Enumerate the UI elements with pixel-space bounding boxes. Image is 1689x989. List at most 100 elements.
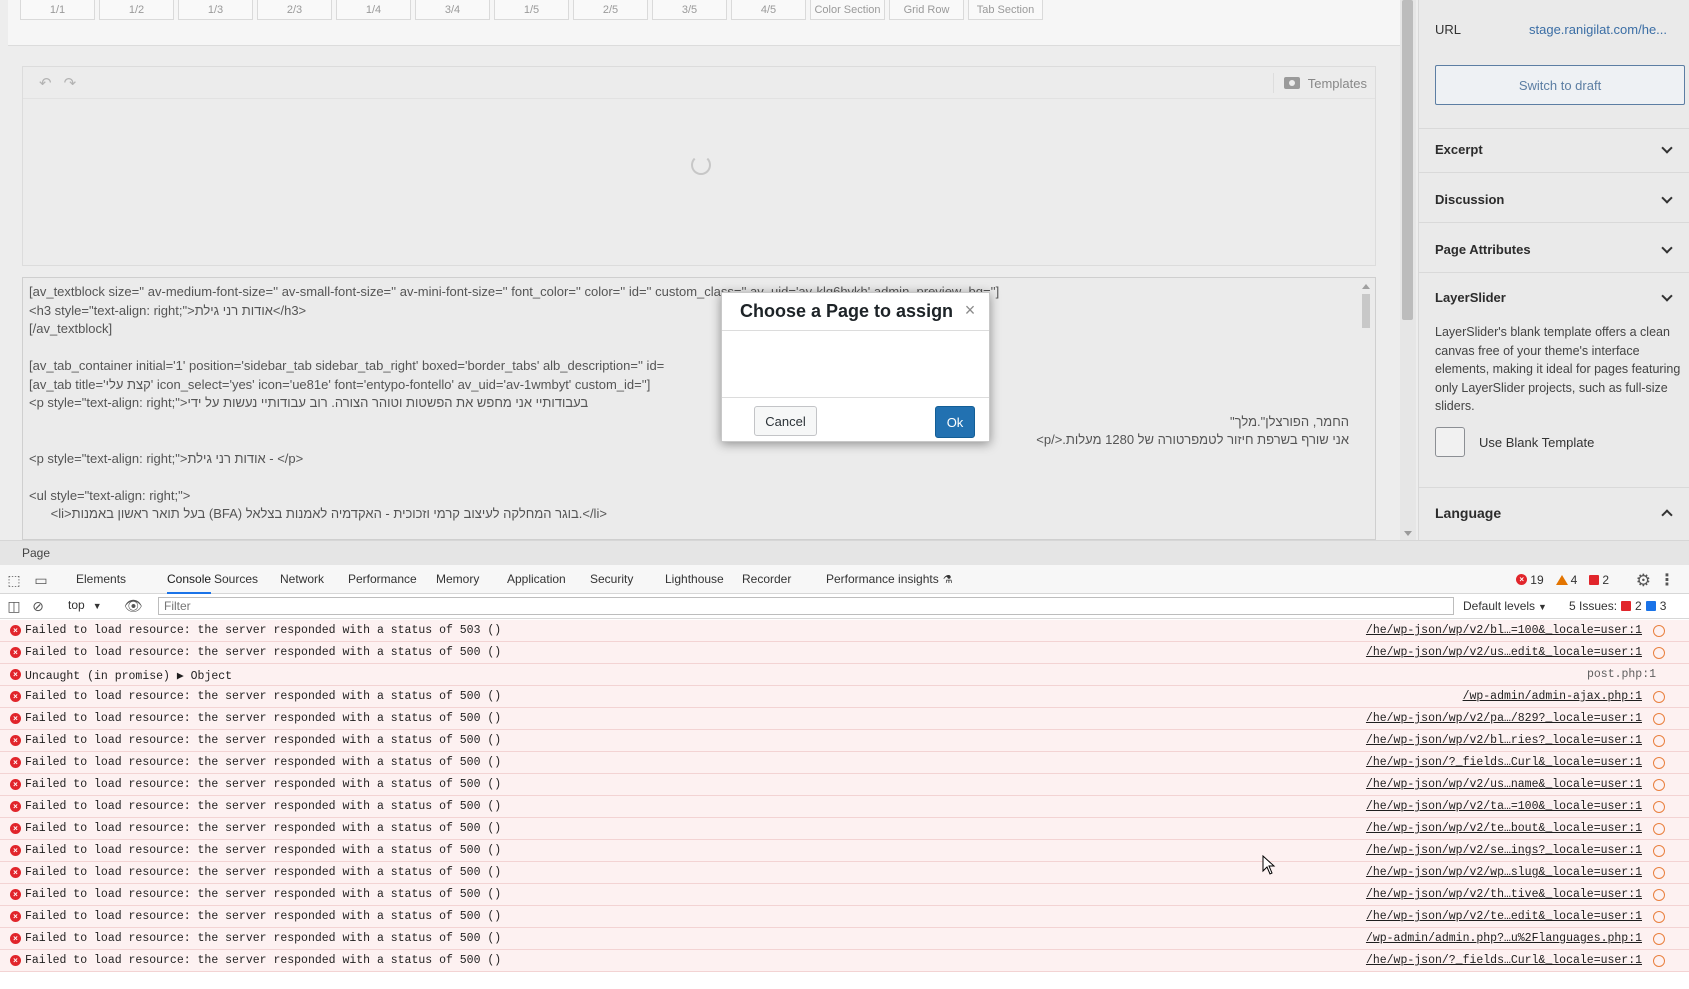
panel-language[interactable]: Language xyxy=(1435,505,1675,521)
tab-sources[interactable]: Sources xyxy=(214,565,258,594)
panel-excerpt[interactable]: Excerpt xyxy=(1435,141,1675,157)
console-message-row[interactable]: × Failed to load resource: the server res… xyxy=(0,928,1689,950)
console-source-link[interactable]: /wp-admin/admin.php?…u%2Flanguages.php:1 xyxy=(1366,932,1642,945)
layout-element-3-4[interactable]: 3/4 xyxy=(415,0,490,20)
layout-element-2-3[interactable]: 2/3 xyxy=(257,0,332,20)
console-source-link[interactable]: /he/wp-json/?_fields…Curl&_locale=user:1 xyxy=(1366,756,1642,769)
code-scrollbar[interactable] xyxy=(1361,284,1371,534)
console-filter-input[interactable] xyxy=(158,597,1454,615)
network-request-icon[interactable] xyxy=(1653,823,1665,835)
console-message-text[interactable]: Uncaught (in promise) ▶ Object xyxy=(25,668,232,683)
layout-element-1-1[interactable]: 1/1 xyxy=(20,0,95,20)
console-source-link[interactable]: /he/wp-json/wp/v2/ta…=100&_locale=user:1 xyxy=(1366,800,1642,813)
console-message-row[interactable]: × Failed to load resource: the server res… xyxy=(0,906,1689,928)
panel-layerslider[interactable]: LayerSlider xyxy=(1435,289,1675,305)
network-request-icon[interactable] xyxy=(1653,911,1665,923)
console-source-link[interactable]: /he/wp-json/wp/v2/us…edit&_locale=user:1 xyxy=(1366,646,1642,659)
default-levels-select[interactable]: Default levels ▼ xyxy=(1463,599,1547,613)
console-message-row[interactable]: × Failed to load resource: the server res… xyxy=(0,862,1689,884)
network-request-icon[interactable] xyxy=(1653,955,1665,967)
tab-elements[interactable]: Elements xyxy=(76,565,126,594)
console-source-link[interactable]: /he/wp-json/wp/v2/wp…slug&_locale=user:1 xyxy=(1366,866,1642,879)
network-request-icon[interactable] xyxy=(1653,691,1665,703)
network-request-icon[interactable] xyxy=(1653,845,1665,857)
scroll-down-icon[interactable] xyxy=(1404,531,1412,536)
console-message-row[interactable]: × Failed to load resource: the server res… xyxy=(0,840,1689,862)
tab-lighthouse[interactable]: Lighthouse xyxy=(665,565,724,594)
console-source-link[interactable]: /he/wp-json/wp/v2/te…edit&_locale=user:1 xyxy=(1366,910,1642,923)
tab-console[interactable]: Console xyxy=(167,565,212,594)
console-source-link[interactable]: /he/wp-json/wp/v2/bl…=100&_locale=user:1 xyxy=(1366,624,1642,637)
panel-discussion[interactable]: Discussion xyxy=(1435,191,1675,207)
tab-memory[interactable]: Memory xyxy=(436,565,479,594)
console-message-row[interactable]: × Failed to load resource: the server res… xyxy=(0,752,1689,774)
templates-button[interactable]: Templates xyxy=(1272,73,1367,93)
issue-flag-counter[interactable]: 2 xyxy=(1589,573,1609,587)
page-scroll-thumb[interactable] xyxy=(1402,0,1413,320)
layout-element-3-5[interactable]: 3/5 xyxy=(652,0,727,20)
layout-element-tab-section[interactable]: Tab Section xyxy=(968,0,1043,20)
layout-element-4-5[interactable]: 4/5 xyxy=(731,0,806,20)
use-blank-template-checkbox[interactable] xyxy=(1435,427,1465,457)
console-message-row[interactable]: × Uncaught (in promise) ▶ Object post.php:… xyxy=(0,664,1689,686)
console-message-row[interactable]: × Failed to load resource: the server res… xyxy=(0,620,1689,642)
layout-element-1-4[interactable]: 1/4 xyxy=(336,0,411,20)
console-source-link[interactable]: /he/wp-json/?_fields…Curl&_locale=user:1 xyxy=(1366,954,1642,967)
layout-element-grid-row[interactable]: Grid Row xyxy=(889,0,964,20)
layout-element-1-2[interactable]: 1/2 xyxy=(99,0,174,20)
console-source-link[interactable]: /he/wp-json/wp/v2/pa…/829?_locale=user:1 xyxy=(1366,712,1642,725)
shortcode-text[interactable]: [av_textblock size='' av-medium-font-siz… xyxy=(29,282,1349,523)
console-source-link[interactable]: /he/wp-json/wp/v2/te…bout&_locale=user:1 xyxy=(1366,822,1642,835)
ok-button[interactable]: Ok xyxy=(935,406,975,438)
eye-icon[interactable]: 👁 xyxy=(124,597,143,615)
console-source-link[interactable]: /he/wp-json/wp/v2/bl…ries?_locale=user:1 xyxy=(1366,734,1642,747)
tab-application[interactable]: Application xyxy=(507,565,566,594)
tab-security[interactable]: Security xyxy=(590,565,633,594)
console-source-link[interactable]: /wp-admin/admin-ajax.php:1 xyxy=(1463,690,1642,703)
context-select[interactable]: top ▼ xyxy=(68,598,102,612)
layout-element-1-5[interactable]: 1/5 xyxy=(494,0,569,20)
device-toolbar-icon[interactable]: ▭ xyxy=(33,572,49,588)
network-request-icon[interactable] xyxy=(1653,889,1665,901)
undo-icon[interactable]: ↶ xyxy=(39,74,52,92)
page-scrollbar[interactable] xyxy=(1400,0,1416,540)
network-request-icon[interactable] xyxy=(1653,713,1665,725)
network-request-icon[interactable] xyxy=(1653,735,1665,747)
network-request-icon[interactable] xyxy=(1653,757,1665,769)
console-source-link[interactable]: /he/wp-json/wp/v2/th…tive&_locale=user:1 xyxy=(1366,888,1642,901)
layout-element-color-section[interactable]: Color Section xyxy=(810,0,885,20)
network-request-icon[interactable] xyxy=(1653,625,1665,637)
inspect-element-icon[interactable]: ⬚ xyxy=(6,572,22,588)
close-icon[interactable]: × xyxy=(961,301,979,319)
console-source-link[interactable]: /he/wp-json/wp/v2/us…name&_locale=user:1 xyxy=(1366,778,1642,791)
url-link[interactable]: stage.ranigilat.com/he... xyxy=(1529,22,1667,37)
network-request-icon[interactable] xyxy=(1653,801,1665,813)
tab-network[interactable]: Network xyxy=(280,565,324,594)
clear-console-icon[interactable]: ⊘ xyxy=(30,598,46,614)
error-counter[interactable]: × 19 xyxy=(1516,573,1544,587)
console-message-row[interactable]: × Failed to load resource: the server res… xyxy=(0,730,1689,752)
tab-performance-insights[interactable]: Performance insights ⚗ xyxy=(826,565,953,594)
shortcode-editor[interactable]: [av_textblock size='' av-medium-font-siz… xyxy=(22,277,1376,540)
scroll-up-icon[interactable] xyxy=(1362,284,1370,289)
console-message-row[interactable]: × Failed to load resource: the server res… xyxy=(0,708,1689,730)
console-message-row[interactable]: × Failed to load resource: the server res… xyxy=(0,686,1689,708)
console-message-row[interactable]: × Failed to load resource: the server res… xyxy=(0,818,1689,840)
gear-icon[interactable]: ⚙ xyxy=(1636,571,1651,591)
console-message-row[interactable]: × Failed to load resource: the server res… xyxy=(0,884,1689,906)
console-message-row[interactable]: × Failed to load resource: the server res… xyxy=(0,774,1689,796)
tab-performance[interactable]: Performance xyxy=(348,565,417,594)
layout-element-1-3[interactable]: 1/3 xyxy=(178,0,253,20)
network-request-icon[interactable] xyxy=(1653,867,1665,879)
code-scroll-thumb[interactable] xyxy=(1362,294,1370,328)
warning-counter[interactable]: 4 xyxy=(1555,573,1577,587)
more-vertical-icon[interactable]: ⋮ xyxy=(1659,570,1675,590)
console-message-row[interactable]: × Failed to load resource: the server res… xyxy=(0,642,1689,664)
network-request-icon[interactable] xyxy=(1653,933,1665,945)
sidebar-toggle-icon[interactable]: ◫ xyxy=(6,598,22,614)
console-source-link[interactable]: /he/wp-json/wp/v2/se…ings?_locale=user:1 xyxy=(1366,844,1642,857)
devtools-counters[interactable]: × 19 4 2 xyxy=(1516,565,1609,594)
console-source-link[interactable]: post.php:1 xyxy=(1587,668,1656,681)
switch-to-draft-button[interactable]: Switch to draft xyxy=(1435,65,1685,105)
tab-recorder[interactable]: Recorder xyxy=(742,565,791,594)
